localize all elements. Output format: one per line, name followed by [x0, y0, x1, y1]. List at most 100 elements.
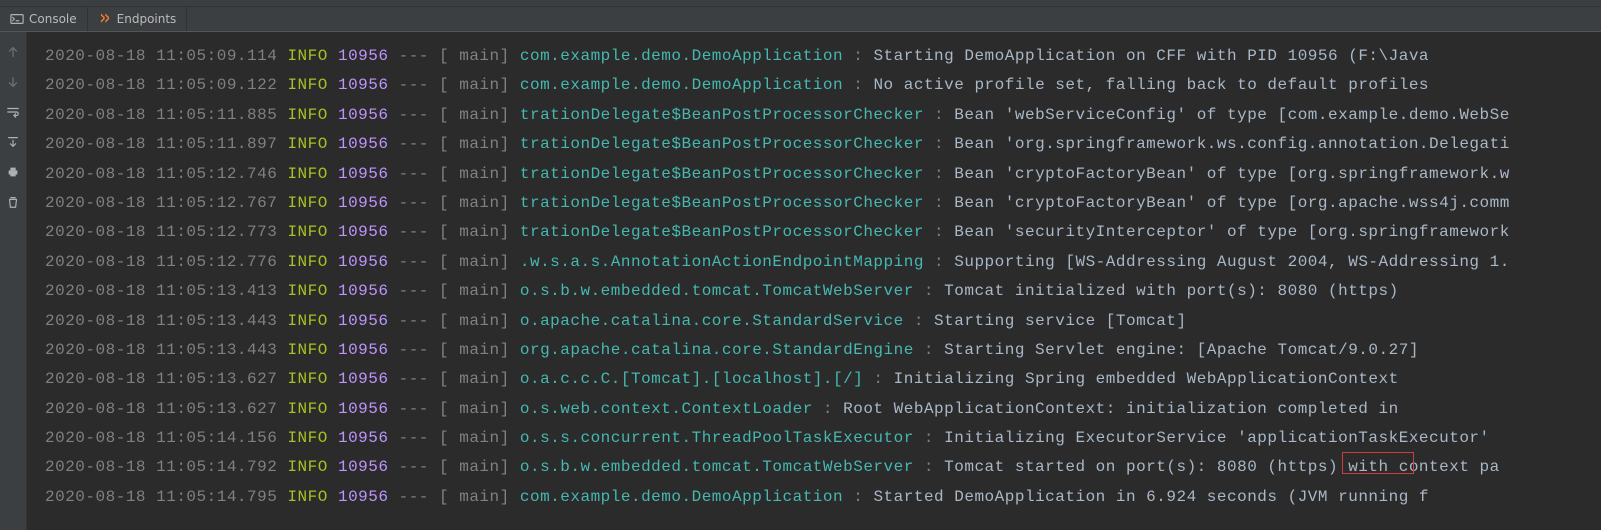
log-separator: :: [934, 106, 944, 124]
log-bracket-right: ]: [500, 458, 510, 476]
log-line: 2020-08-18 11:05:13.627 INFO 10956 --- […: [45, 395, 1601, 424]
log-level: INFO: [287, 312, 327, 330]
log-dashes: ---: [399, 253, 429, 271]
log-separator: :: [924, 429, 934, 447]
log-message: Bean 'cryptoFactoryBean' of type [org.ap…: [954, 194, 1510, 212]
log-dashes: ---: [399, 135, 429, 153]
log-separator: :: [934, 135, 944, 153]
log-logger: trationDelegate$BeanPostProcessorChecker: [520, 194, 924, 212]
log-bracket-left: [: [439, 253, 449, 271]
log-logger: o.a.c.c.C.[Tomcat].[localhost].[/]: [520, 370, 874, 388]
log-separator: :: [934, 165, 944, 183]
log-bracket-right: ]: [500, 488, 510, 506]
log-timestamp: 2020-08-18 11:05:12.773: [45, 223, 277, 241]
scroll-down-icon[interactable]: [5, 74, 21, 90]
log-bracket-right: ]: [500, 223, 510, 241]
log-line: 2020-08-18 11:05:09.114 INFO 10956 --- […: [45, 42, 1601, 71]
log-message: Tomcat initialized with port(s): 8080 (h…: [944, 282, 1399, 300]
log-message: Bean 'org.springframework.ws.config.anno…: [954, 135, 1510, 153]
log-timestamp: 2020-08-18 11:05:12.767: [45, 194, 277, 212]
tab-endpoints[interactable]: Endpoints: [88, 7, 188, 31]
log-message: Tomcat started on port(s): 8080 (https) …: [944, 458, 1500, 476]
log-dashes: ---: [399, 341, 429, 359]
log-timestamp: 2020-08-18 11:05:13.627: [45, 370, 277, 388]
log-dashes: ---: [399, 194, 429, 212]
log-separator: :: [853, 47, 863, 65]
log-logger: .w.s.a.s.AnnotationActionEndpointMapping: [520, 253, 924, 271]
log-thread: main: [449, 400, 500, 418]
log-line: 2020-08-18 11:05:13.443 INFO 10956 --- […: [45, 336, 1601, 365]
tab-console-label: Console: [29, 12, 77, 26]
log-thread: main: [449, 458, 500, 476]
log-separator: :: [934, 253, 944, 271]
log-logger: org.apache.catalina.core.StandardEngine: [520, 341, 924, 359]
log-bracket-right: ]: [500, 429, 510, 447]
log-pid: 10956: [338, 223, 389, 241]
log-thread: main: [449, 429, 500, 447]
log-thread: main: [449, 135, 500, 153]
log-line: 2020-08-18 11:05:13.443 INFO 10956 --- […: [45, 307, 1601, 336]
log-level: INFO: [287, 400, 327, 418]
log-line: 2020-08-18 11:05:12.776 INFO 10956 --- […: [45, 248, 1601, 277]
log-thread: main: [449, 488, 500, 506]
log-message: Initializing Spring embedded WebApplicat…: [894, 370, 1399, 388]
log-thread: main: [449, 312, 500, 330]
log-thread: main: [449, 106, 500, 124]
log-logger: com.example.demo.DemoApplication: [520, 76, 853, 94]
log-pid: 10956: [338, 488, 389, 506]
clear-icon[interactable]: [5, 194, 21, 210]
log-separator: :: [924, 341, 934, 359]
log-timestamp: 2020-08-18 11:05:11.897: [45, 135, 277, 153]
log-console-output[interactable]: 2020-08-18 11:05:09.114 INFO 10956 --- […: [27, 32, 1601, 530]
print-icon[interactable]: [5, 164, 21, 180]
log-timestamp: 2020-08-18 11:05:11.885: [45, 106, 277, 124]
log-message: No active profile set, falling back to d…: [873, 76, 1429, 94]
log-bracket-left: [: [439, 47, 449, 65]
log-bracket-left: [: [439, 488, 449, 506]
log-bracket-left: [: [439, 135, 449, 153]
log-timestamp: 2020-08-18 11:05:14.795: [45, 488, 277, 506]
log-line: 2020-08-18 11:05:14.792 INFO 10956 --- […: [45, 453, 1601, 482]
log-pid: 10956: [338, 312, 389, 330]
log-thread: main: [449, 341, 500, 359]
window-top-bar: [0, 0, 1601, 7]
log-logger: trationDelegate$BeanPostProcessorChecker: [520, 135, 924, 153]
log-level: INFO: [287, 165, 327, 183]
log-timestamp: 2020-08-18 11:05:13.413: [45, 282, 277, 300]
log-bracket-left: [: [439, 194, 449, 212]
soft-wrap-icon[interactable]: [5, 104, 21, 120]
log-thread: main: [449, 194, 500, 212]
log-timestamp: 2020-08-18 11:05:13.443: [45, 312, 277, 330]
log-pid: 10956: [338, 106, 389, 124]
log-logger: o.s.s.concurrent.ThreadPoolTaskExecutor: [520, 429, 924, 447]
log-level: INFO: [287, 341, 327, 359]
log-timestamp: 2020-08-18 11:05:12.746: [45, 165, 277, 183]
log-line: 2020-08-18 11:05:12.746 INFO 10956 --- […: [45, 160, 1601, 189]
log-message: Root WebApplicationContext: initializati…: [843, 400, 1399, 418]
tab-console[interactable]: Console: [0, 7, 88, 31]
log-message: Starting service [Tomcat]: [934, 312, 1187, 330]
scroll-up-icon[interactable]: [5, 44, 21, 60]
log-bracket-left: [: [439, 76, 449, 94]
log-message: Bean 'cryptoFactoryBean' of type [org.sp…: [954, 165, 1510, 183]
log-dashes: ---: [399, 429, 429, 447]
log-logger: o.s.b.w.embedded.tomcat.TomcatWebServer: [520, 458, 924, 476]
log-pid: 10956: [338, 429, 389, 447]
log-bracket-right: ]: [500, 253, 510, 271]
log-line: 2020-08-18 11:05:14.795 INFO 10956 --- […: [45, 483, 1601, 512]
log-separator: :: [924, 282, 934, 300]
log-dashes: ---: [399, 47, 429, 65]
log-separator: :: [934, 194, 944, 212]
log-separator: :: [924, 458, 934, 476]
log-line: 2020-08-18 11:05:09.122 INFO 10956 --- […: [45, 71, 1601, 100]
log-line: 2020-08-18 11:05:14.156 INFO 10956 --- […: [45, 424, 1601, 453]
log-thread: main: [449, 76, 500, 94]
log-dashes: ---: [399, 282, 429, 300]
log-thread: main: [449, 47, 500, 65]
log-timestamp: 2020-08-18 11:05:09.122: [45, 76, 277, 94]
log-message: Started DemoApplication in 6.924 seconds…: [873, 488, 1429, 506]
scroll-to-end-icon[interactable]: [5, 134, 21, 150]
log-timestamp: 2020-08-18 11:05:14.792: [45, 458, 277, 476]
log-level: INFO: [287, 282, 327, 300]
log-bracket-left: [: [439, 429, 449, 447]
